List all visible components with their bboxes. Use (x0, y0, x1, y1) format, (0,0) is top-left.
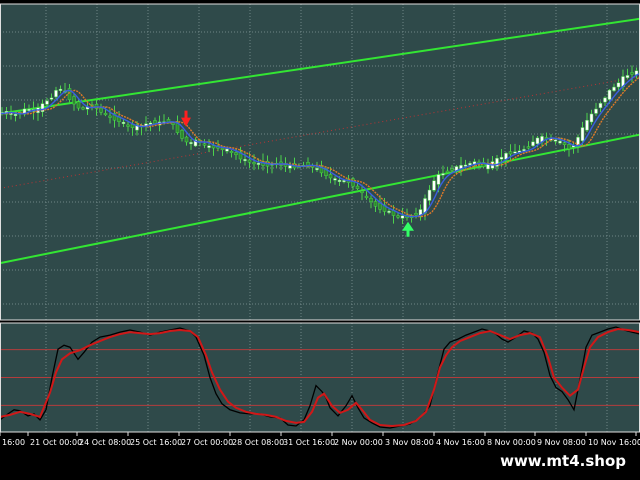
candle-bull-body (45, 100, 49, 105)
candle-bear-body (126, 124, 130, 127)
time-axis-tick-label: 4 Nov 16:00 (436, 438, 485, 447)
candle-bull-body (121, 121, 126, 124)
candle-bear-body (184, 136, 189, 143)
candle-bear-body (229, 151, 234, 154)
candle-bull-body (189, 142, 193, 145)
candle-bull-body (607, 89, 612, 100)
candle-bull-body (580, 127, 585, 142)
time-axis-tick-label: 10 Nov 16:00 (588, 438, 640, 447)
candle-bear-body (234, 152, 238, 156)
candle-bear-body (567, 144, 571, 150)
candle-bull-body (337, 179, 342, 182)
candle-bull-body (513, 151, 517, 154)
candle-bull-body (400, 215, 405, 219)
time-axis-tick-label: 28 Oct 08:00 (232, 438, 284, 447)
candle-bear-body (364, 195, 369, 198)
candle-bull-body (333, 178, 337, 181)
candle-bull-body (612, 86, 616, 91)
candle-bull-body (499, 156, 504, 160)
candle-bull-body (427, 189, 432, 201)
candle-bear-body (81, 107, 85, 110)
candle-bull-body (558, 140, 562, 144)
candle-bear-body (202, 143, 207, 146)
candle-bull-body (585, 120, 589, 131)
candle-bull-body (49, 97, 54, 100)
candle-bear-body (247, 159, 252, 163)
candle-bull-body (225, 148, 229, 152)
candle-bull-body (315, 168, 319, 171)
trading-chart[interactable]: 16:00 21 Oct 00:0024 Oct 08:0025 Oct 16:0… (0, 0, 640, 480)
candle-bear-body (355, 185, 360, 189)
time-axis-tick-label: 27 Oct 00:00 (181, 438, 233, 447)
candle-bear-body (180, 130, 184, 139)
candle-bull-body (616, 82, 621, 88)
candle-bull-body (432, 180, 436, 191)
candle-bull-body (13, 113, 18, 116)
candle-bear-body (328, 174, 333, 179)
candle-bull-body (441, 173, 445, 176)
candle-bull-body (535, 137, 540, 145)
candle-bear-body (369, 198, 373, 203)
candle-bull-body (553, 139, 558, 142)
candle-bear-body (373, 201, 378, 207)
candle-bull-body (589, 113, 594, 123)
candle-bear-body (99, 107, 103, 113)
candle-bull-body (594, 108, 598, 114)
candle-bear-body (72, 96, 76, 105)
candle-bear-body (252, 162, 256, 165)
price-pane-background (0, 4, 640, 320)
candle-bear-body (630, 72, 634, 75)
time-axis-tick-label: 9 Nov 08:00 (537, 438, 586, 447)
candle-bear-body (360, 190, 364, 194)
candle-bull-body (436, 174, 441, 185)
time-axis-tick-label: 31 Oct 16:00 (283, 438, 335, 447)
candle-bear-body (76, 101, 81, 109)
time-axis-tick-label: 16:00 (2, 438, 25, 447)
candle-bear-body (414, 213, 418, 216)
candle-bear-body (450, 168, 454, 171)
candle-bull-body (531, 141, 535, 147)
candle-bull-body (342, 180, 346, 183)
time-axis-tick-label: 25 Oct 16:00 (130, 438, 182, 447)
candle-bear-body (562, 142, 567, 145)
time-axis: 16:00 21 Oct 00:0024 Oct 08:0025 Oct 16:0… (0, 432, 640, 447)
candle-bull-body (625, 75, 630, 78)
time-axis-tick-label: 8 Nov 00:00 (487, 438, 536, 447)
candle-bear-body (108, 115, 112, 118)
time-axis-tick-label: 2 Nov 00:00 (334, 438, 383, 447)
candle-bear-body (396, 215, 400, 218)
candle-bull-body (54, 90, 58, 98)
candle-bear-body (220, 147, 225, 150)
candle-bull-body (243, 159, 247, 162)
candle-bear-body (508, 151, 513, 155)
time-axis-tick-label: 24 Oct 08:00 (79, 438, 131, 447)
candle-bull-body (256, 162, 261, 165)
candle-bear-body (283, 164, 288, 167)
candle-bear-body (103, 113, 108, 116)
candle-bull-body (598, 103, 603, 109)
watermark: www.mt4.shop (490, 448, 636, 474)
candle-bull-body (58, 88, 63, 91)
candle-bull-body (603, 97, 607, 103)
time-axis-tick-label: 21 Oct 00:00 (30, 438, 82, 447)
candle-bull-body (27, 108, 31, 111)
candle-bull-body (207, 145, 211, 148)
time-axis-tick-label: 3 Nov 08:00 (385, 438, 434, 447)
candle-bear-body (445, 170, 450, 173)
candle-bull-body (387, 210, 391, 213)
candle-bull-body (288, 165, 292, 169)
candle-bear-body (526, 146, 531, 149)
